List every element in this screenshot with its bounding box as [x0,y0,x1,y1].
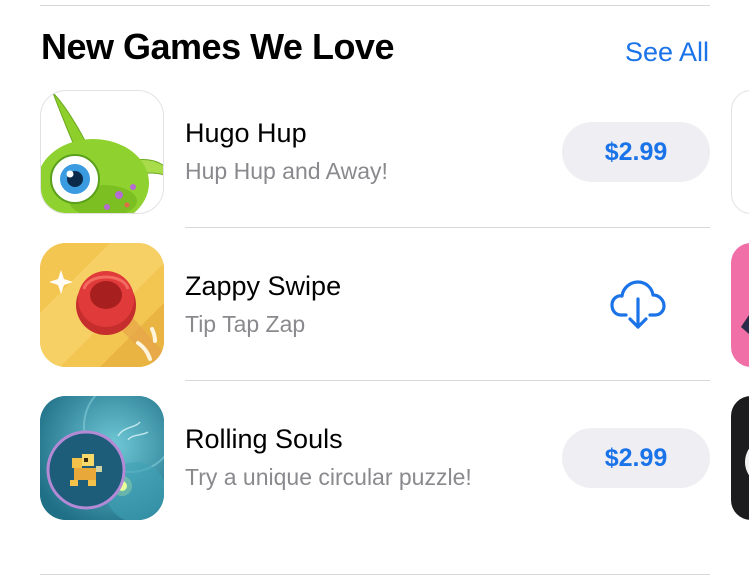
row-divider [185,380,710,381]
price-button[interactable]: $2.99 [562,428,710,488]
zappy-swipe-app-icon[interactable] [40,243,164,367]
next-column-app-icon[interactable] [731,243,749,367]
app-subtitle: Try a unique circular puzzle! [185,464,472,490]
app-subtitle: Hup Hup and Away! [185,158,388,184]
next-column-app-icon[interactable] [731,396,749,520]
price-button[interactable]: $2.99 [562,122,710,182]
app-name: Zappy Swipe [185,271,342,301]
next-column-app-icon[interactable] [731,90,749,214]
app-subtitle: Tip Tap Zap [185,311,306,337]
list-item[interactable]: Hugo Hup Hup Hup and Away! $2.99 [40,90,710,228]
row-divider [185,227,710,228]
section-title: New Games We Love [41,26,394,67]
cloud-download-icon[interactable] [610,279,666,331]
bottom-divider [40,574,710,575]
see-all-link[interactable]: See All [625,37,709,68]
app-name: Rolling Souls [185,424,343,454]
list-item[interactable]: Zappy Swipe Tip Tap Zap [40,243,710,381]
top-divider [40,5,710,6]
rolling-souls-app-icon[interactable] [40,396,164,520]
hugo-hup-app-icon[interactable] [40,90,164,214]
list-item[interactable]: Rolling Souls Try a unique circular puzz… [40,396,710,520]
app-name: Hugo Hup [185,118,307,148]
